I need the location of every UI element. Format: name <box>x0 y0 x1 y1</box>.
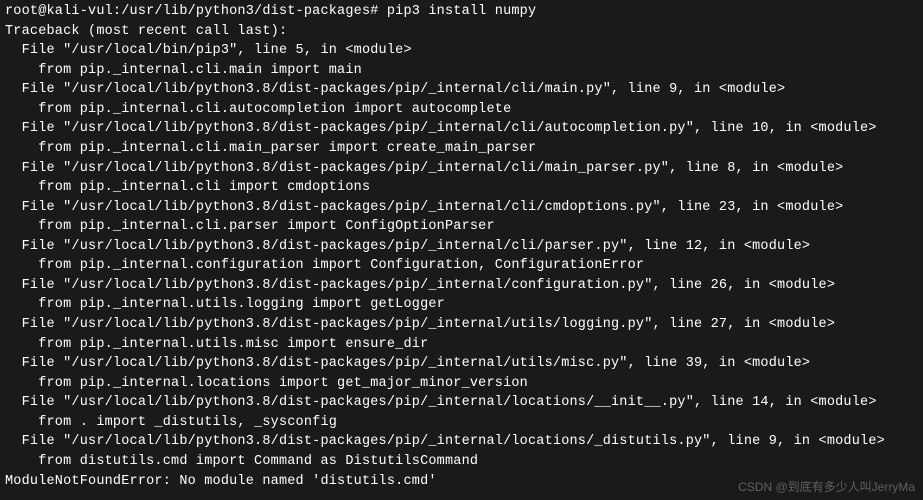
terminal-output[interactable]: root@kali-vul:/usr/lib/python3/dist-pack… <box>5 2 918 491</box>
csdn-watermark: CSDN @到底有多少人叫JerryMa <box>738 479 915 496</box>
